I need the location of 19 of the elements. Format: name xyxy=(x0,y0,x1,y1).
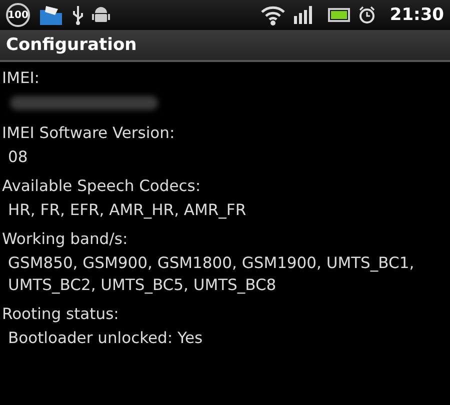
field-label: IMEI: xyxy=(2,68,41,89)
wifi-icon xyxy=(260,4,286,26)
folder-icon xyxy=(38,4,64,26)
battery-icon xyxy=(328,8,350,22)
field-label: Available Speech Codecs: xyxy=(2,176,202,197)
usb-icon xyxy=(72,5,84,25)
alarm-clock-icon xyxy=(358,6,376,24)
field-value: GSM850, GSM900, GSM1800, GSM1900, UMTS_BC1, UMTS_BC2, UMTS_BC5, UMTS_BC8 xyxy=(7,253,416,296)
screen-title: Configuration xyxy=(5,34,137,57)
field-value: HR, FR, EFR, AMR_HR, AMR_FR xyxy=(7,200,248,221)
clock-time: 21:30 xyxy=(390,5,444,25)
android-icon xyxy=(92,5,110,25)
field-label: Working band/s: xyxy=(2,229,129,250)
field-value: Bootloader unlocked: Yes xyxy=(7,328,204,349)
signal-icon xyxy=(294,6,314,24)
notification-count-badge: 100 xyxy=(6,3,30,27)
field-value: 08 xyxy=(7,147,29,168)
field-label: IMEI Software Version: xyxy=(2,123,176,144)
field-label: Rooting status: xyxy=(2,304,120,325)
